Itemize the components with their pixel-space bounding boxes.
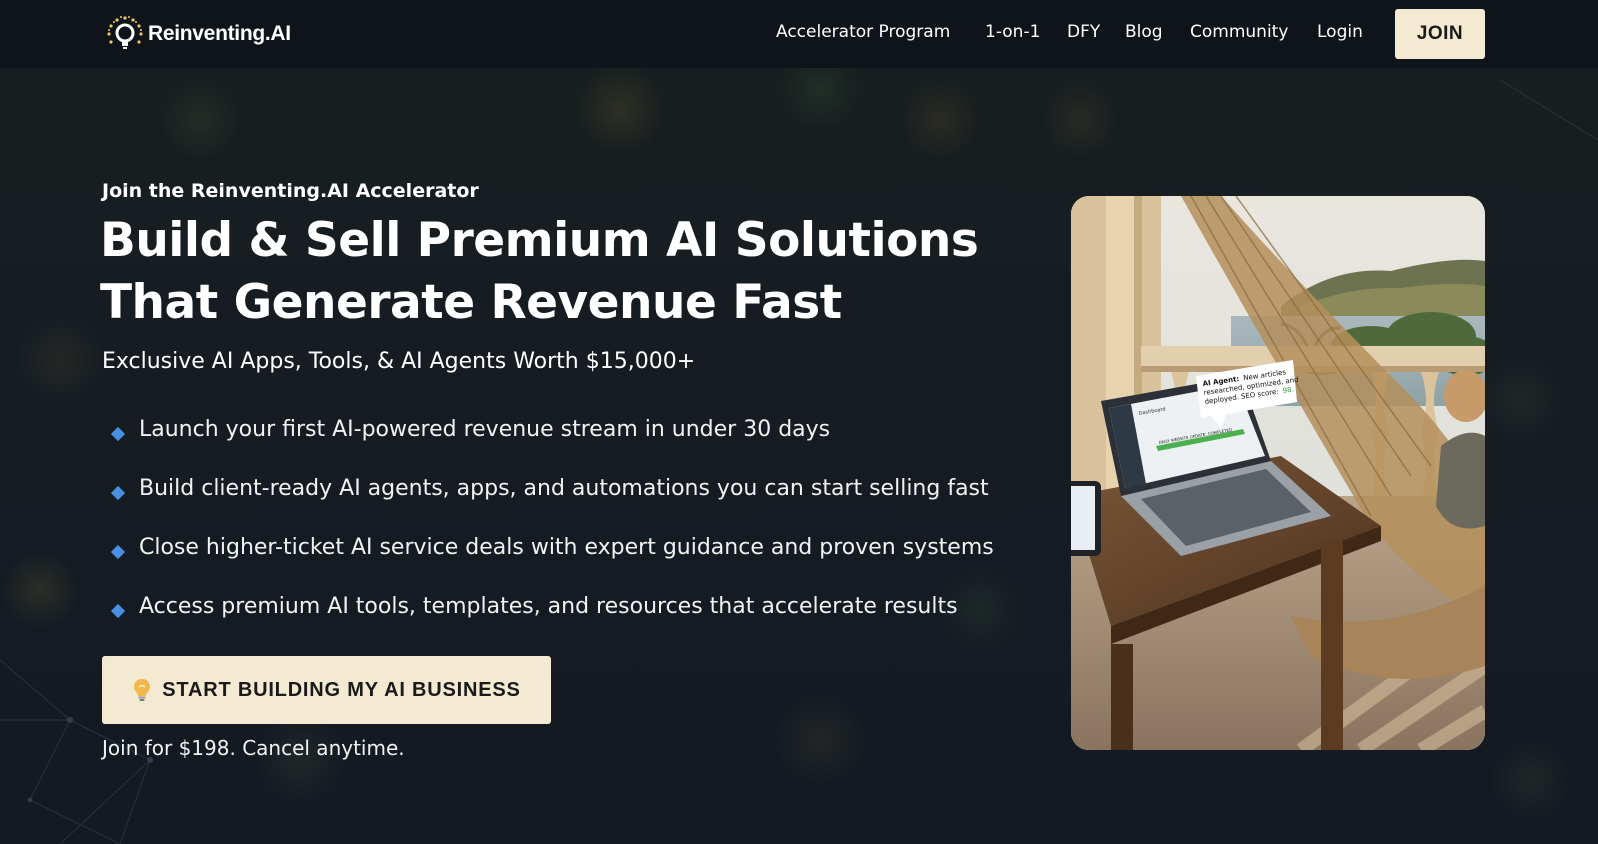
diamond-bullet-icon [110,603,126,618]
nav-link-1-on-1[interactable]: 1-on-1 [985,22,1040,42]
nav-link-blog[interactable]: Blog [1125,22,1163,42]
top-nav: Reinventing.AI Accelerator Program 1-on-… [0,0,1598,68]
cta-label: START BUILDING MY AI BUSINESS [162,678,521,701]
hero-illustration: Dashboard DAILY WEBSITE UPDATE: COMPLETE… [1071,196,1485,750]
page: Reinventing.AI Accelerator Program 1-on-… [0,0,1598,844]
price-note: Join for $198. Cancel anytime. [102,736,405,760]
benefit-list: Launch your first AI-powered revenue str… [108,404,994,640]
benefit-text: Build client-ready AI agents, apps, and … [139,476,989,501]
hero-headline-line-2: That Generate Revenue Fast [100,275,842,330]
benefit-item: Launch your first AI-powered revenue str… [108,404,994,463]
brand-name: Reinventing.AI [148,22,291,45]
nav-link-accelerator-program[interactable]: Accelerator Program [776,22,950,42]
start-building-cta-button[interactable]: START BUILDING MY AI BUSINESS [102,656,551,724]
diamond-bullet-icon [110,426,126,441]
benefit-item: Close higher-ticket AI service deals wit… [108,522,994,581]
bubble-score: 98. [1282,386,1294,395]
benefit-item: Access premium AI tools, templates, and … [108,581,994,640]
diamond-bullet-icon [110,485,126,500]
hero-headline: Build & Sell Premium AI Solutions That G… [100,210,1000,334]
hero-eyebrow: Join the Reinventing.AI Accelerator [102,180,479,202]
benefit-item: Build client-ready AI agents, apps, and … [108,463,994,522]
nav-link-login[interactable]: Login [1317,22,1363,42]
nav-link-dfy[interactable]: DFY [1067,22,1100,42]
diamond-bullet-icon [110,544,126,559]
lightbulb-icon [134,679,151,701]
hero-headline-line-1: Build & Sell Premium AI Solutions [100,213,979,268]
brand-logo[interactable]: Reinventing.AI [106,16,291,52]
nav-link-community[interactable]: Community [1190,22,1288,42]
join-button[interactable]: JOIN [1395,9,1485,59]
sun-logo-icon [107,16,143,49]
benefit-text: Access premium AI tools, templates, and … [139,594,958,619]
hero-subhead: Exclusive AI Apps, Tools, & AI Agents Wo… [102,349,696,374]
hero-image: Dashboard DAILY WEBSITE UPDATE: COMPLETE… [1071,196,1485,750]
benefit-text: Close higher-ticket AI service deals wit… [139,535,994,560]
benefit-text: Launch your first AI-powered revenue str… [139,417,831,442]
